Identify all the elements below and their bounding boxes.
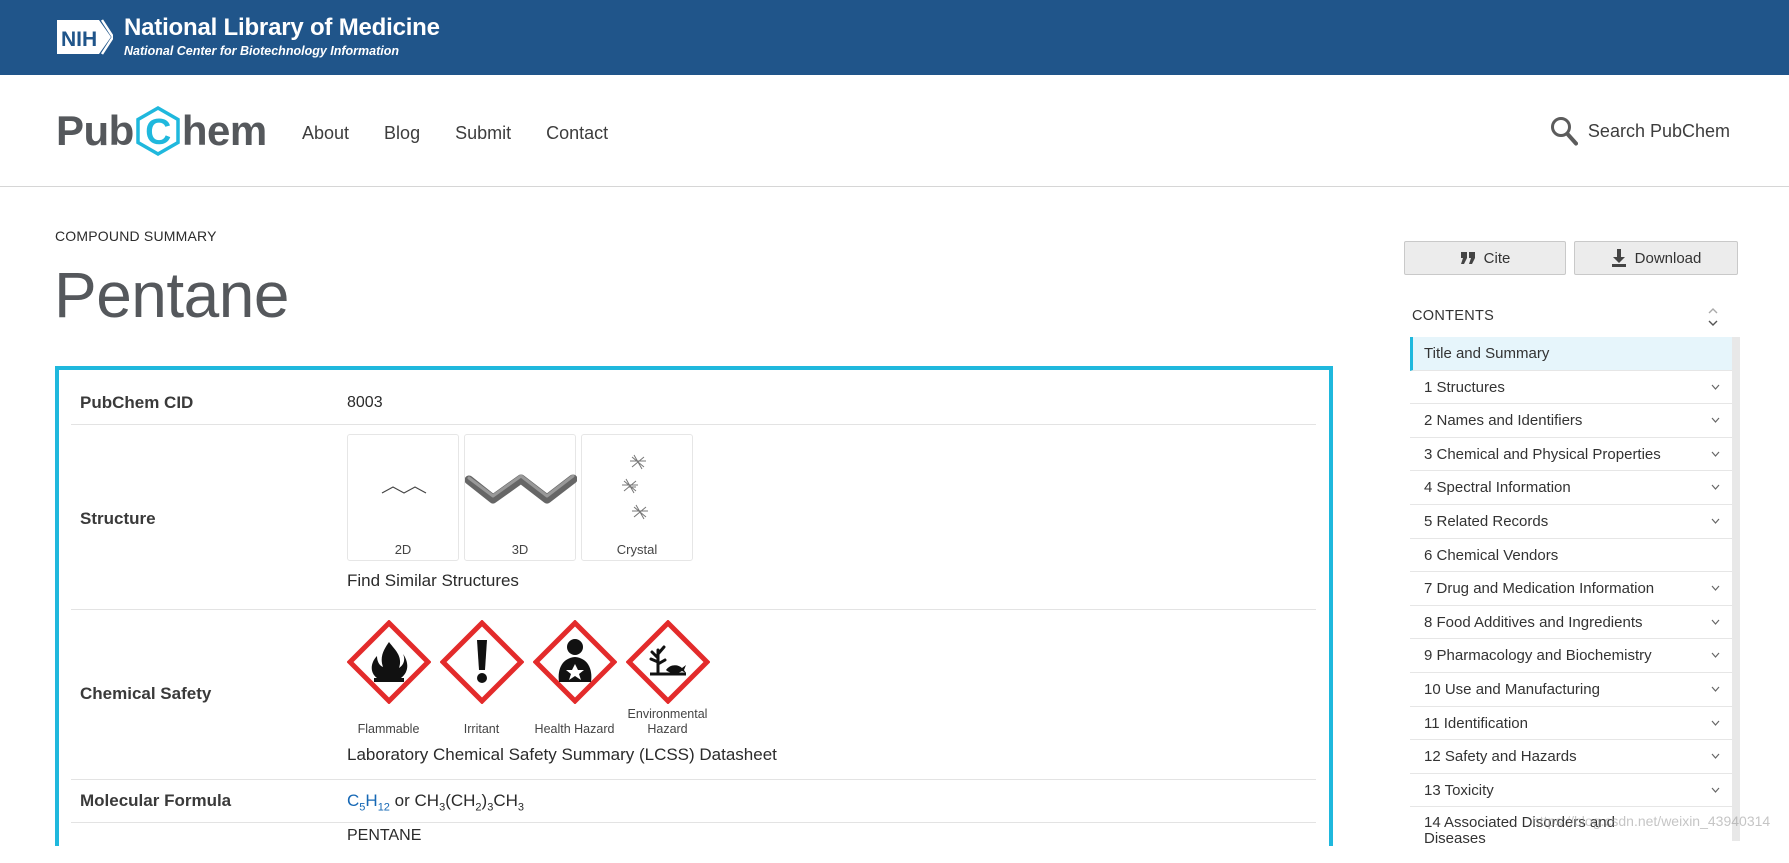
hazard-caption-health: Health Hazard [534, 722, 615, 736]
structure-cards: 2D 3D Crystal [347, 434, 693, 561]
toc-pharmacology-biochemistry[interactable]: 9 Pharmacology and Biochemistry [1410, 639, 1733, 673]
nih-logo-icon[interactable]: NIH [55, 18, 113, 56]
chevron-down-icon [1711, 787, 1720, 793]
structure-crystal-caption: Crystal [616, 542, 658, 557]
structure-3d-caption: 3D [511, 542, 529, 557]
toc-drug-medication-information[interactable]: 7 Drug and Medication Information [1410, 572, 1733, 606]
nav-submit[interactable]: Submit [455, 123, 511, 144]
nav-blog[interactable]: Blog [384, 123, 420, 144]
structure-label: Structure [80, 509, 156, 528]
cid-value: 8003 [347, 394, 383, 411]
flame-pictogram-icon [347, 620, 431, 704]
hazard-caption-environmental: Environmental Hazard [627, 707, 708, 736]
formula-or: or [389, 791, 415, 810]
find-similar-structures-link[interactable]: Find Similar Structures [347, 571, 519, 591]
search-icon [1550, 117, 1578, 146]
pubchem-logo[interactable]: Pub C hem [56, 103, 267, 159]
lcss-datasheet-link[interactable]: Laboratory Chemical Safety Summary (LCSS… [347, 745, 777, 765]
download-label: Download [1634, 249, 1702, 267]
toc-safety-and-hazards[interactable]: 12 Safety and Hazards [1410, 740, 1733, 774]
structure-2d-card[interactable]: 2D [347, 434, 459, 561]
search-pubchem-button[interactable]: Search PubChem [1550, 116, 1730, 146]
chevron-down-icon [1711, 720, 1720, 726]
hazard-flammable[interactable]: Flammable [347, 620, 440, 736]
cid-label: PubChem CID [80, 393, 194, 412]
hazard-health[interactable]: Health Hazard [533, 620, 626, 736]
toc-scrollbar[interactable] [1732, 337, 1740, 841]
nih-banner: NIH National Library of Medicine Nationa… [0, 0, 1789, 75]
hazard-irritant[interactable]: Irritant [440, 620, 533, 736]
svg-text:NIH: NIH [61, 28, 97, 51]
health-hazard-pictogram-icon [533, 620, 617, 704]
molecular-formula-label: Molecular Formula [80, 791, 232, 810]
toc-food-additives-ingredients[interactable]: 8 Food Additives and Ingredients [1410, 606, 1733, 640]
cite-label: Cite [1483, 249, 1511, 267]
logo-text-hem: hem [181, 107, 267, 154]
toc-chemical-vendors[interactable]: 6 Chemical Vendors [1410, 539, 1733, 573]
chevron-down-icon [1711, 484, 1720, 491]
cid-row: PubChem CID 8003 [71, 370, 1316, 425]
main-nav: About Blog Submit Contact [302, 123, 608, 144]
exclamation-pictogram-icon [440, 620, 524, 704]
download-button[interactable]: Download [1574, 241, 1738, 275]
chevron-down-icon [1711, 753, 1720, 760]
pubchem-header: Pub C hem About Blog Submit Contact Sear… [0, 75, 1789, 187]
chevron-down-icon [1711, 585, 1720, 592]
molecular-formula-value: C5H12 or CH3(CH2)3CH3 [347, 791, 524, 813]
watermark-text: https://blog.csdn.net/weixin_43940314 [1532, 813, 1771, 829]
hazard-caption-flammable: Flammable [357, 722, 420, 736]
nav-contact[interactable]: Contact [546, 123, 608, 144]
toc-chemical-physical-properties[interactable]: 3 Chemical and Physical Properties [1410, 438, 1733, 472]
synonyms-row: PENTANE [71, 823, 1316, 863]
svg-text:C: C [145, 111, 171, 152]
toc-toxicity[interactable]: 13 Toxicity [1410, 774, 1733, 808]
structure-3d-image [465, 474, 577, 504]
structure-3d-card[interactable]: 3D [464, 434, 577, 561]
logo-text-pub: Pub [56, 107, 134, 154]
toc-structures[interactable]: 1 Structures [1410, 371, 1733, 405]
hexagon-logo-icon: C [136, 105, 180, 157]
chevron-down-icon [1711, 619, 1720, 625]
molecular-formula-row: Molecular Formula C5H12 or CH3(CH2)3CH3 [71, 780, 1316, 823]
nlm-title[interactable]: National Library of Medicine [124, 14, 440, 42]
chevron-down-icon [1711, 451, 1720, 457]
search-label: Search PubChem [1587, 120, 1730, 141]
nav-about[interactable]: About [302, 123, 349, 144]
hazard-pictograms: Flammable Irritant Health Hazard Environ… [347, 620, 719, 736]
chevron-down-icon [1711, 384, 1720, 390]
page-title: Pentane [54, 259, 289, 331]
structure-2d-image [381, 486, 427, 494]
structure-row: Structure 2D 3D Crystal Find Similar Str… [71, 425, 1316, 610]
hazard-caption-irritant: Irritant [463, 722, 500, 736]
chevron-down-icon [1711, 652, 1720, 659]
chevron-down-icon [1711, 518, 1720, 524]
toc-use-and-manufacturing[interactable]: 10 Use and Manufacturing [1410, 673, 1733, 707]
chemical-safety-label: Chemical Safety [80, 684, 212, 703]
cite-button[interactable]: Cite [1404, 241, 1566, 275]
quote-icon [1460, 252, 1475, 264]
formula-link[interactable]: C5H12 [347, 791, 390, 813]
collapse-expand-icon[interactable] [1707, 305, 1719, 329]
hazard-environmental[interactable]: Environmental Hazard [626, 620, 719, 736]
crystal-structure-image [622, 454, 648, 520]
chevron-down-icon [1711, 417, 1720, 424]
toc-title-and-summary[interactable]: Title and Summary [1410, 337, 1733, 371]
compound-summary-label: COMPOUND SUMMARY [55, 228, 217, 244]
table-of-contents: Title and Summary 1 Structures 2 Names a… [1410, 337, 1733, 847]
condensed-formula: CH3(CH2)3CH3 [414, 791, 525, 814]
synonym-value: PENTANE [347, 827, 422, 844]
summary-box: PubChem CID 8003 Structure 2D 3D Crystal… [55, 366, 1333, 846]
chemical-safety-row: Chemical Safety Flammable Irritant Healt… [71, 610, 1316, 780]
contents-heading: CONTENTS [1412, 308, 1495, 324]
toc-spectral-information[interactable]: 4 Spectral Information [1410, 471, 1733, 505]
environment-pictogram-icon [626, 620, 710, 704]
toc-identification[interactable]: 11 Identification [1410, 707, 1733, 741]
structure-2d-caption: 2D [394, 542, 412, 557]
ncbi-subtitle: National Center for Biotechnology Inform… [124, 44, 400, 58]
structure-crystal-card[interactable]: Crystal [581, 434, 693, 561]
chevron-down-icon [1711, 686, 1720, 692]
download-icon [1611, 249, 1626, 267]
toc-names-and-identifiers[interactable]: 2 Names and Identifiers [1410, 404, 1733, 438]
toc-related-records[interactable]: 5 Related Records [1410, 505, 1733, 539]
